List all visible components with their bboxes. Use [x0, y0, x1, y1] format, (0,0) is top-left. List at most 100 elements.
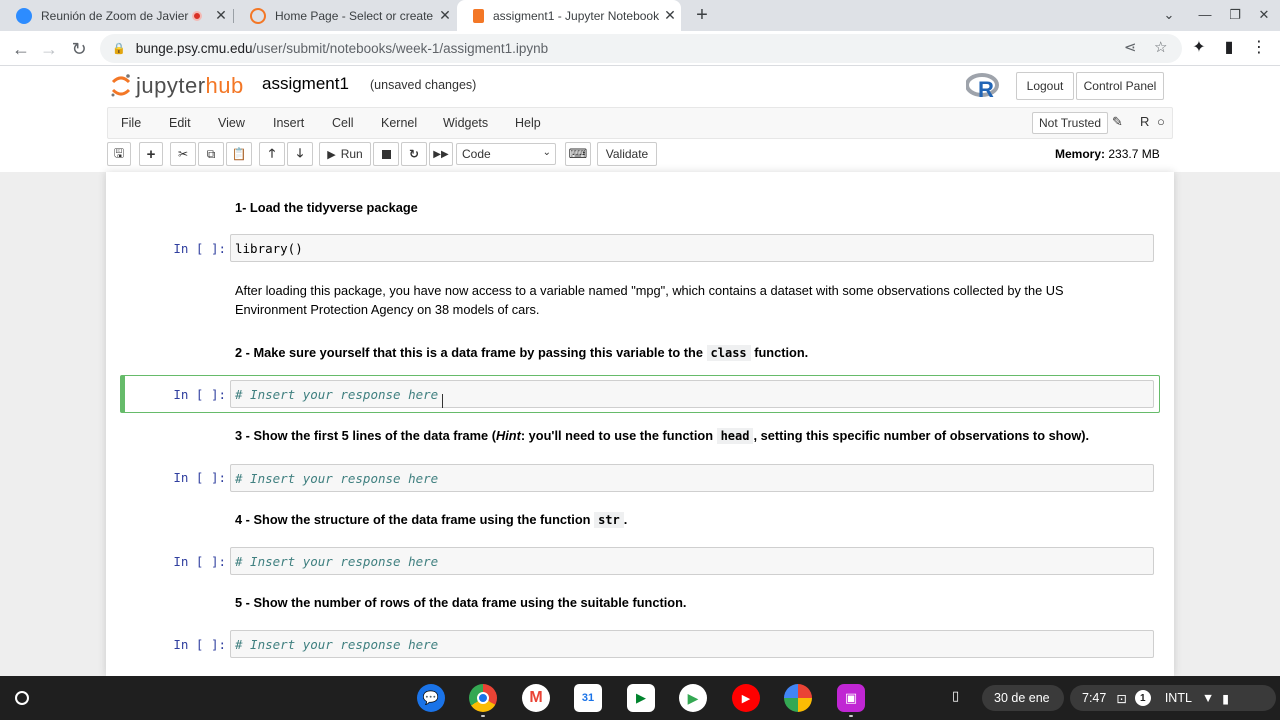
- markdown-text: : you'll need to use the function: [520, 428, 714, 443]
- interrupt-button[interactable]: [373, 142, 399, 166]
- menu-insert[interactable]: Insert: [273, 116, 304, 130]
- memory-value: 233.7 MB: [1108, 147, 1160, 161]
- tab-assigment1[interactable]: assigment1 - Jupyter Notebook ✕: [457, 0, 681, 31]
- meet-app-icon[interactable]: ▶: [627, 684, 655, 712]
- validate-button[interactable]: Validate: [597, 142, 657, 166]
- menu-help[interactable]: Help: [515, 116, 541, 130]
- markdown-cell[interactable]: 4 - Show the structure of the data frame…: [235, 510, 1145, 530]
- screencast-app-icon[interactable]: ▣: [837, 684, 865, 712]
- play-store-app-icon[interactable]: ▶: [679, 684, 707, 712]
- reload-icon[interactable]: ↻: [66, 36, 92, 62]
- url-path: /user/submit/notebooks/week-1/assigment1…: [252, 41, 549, 56]
- tab-title: Reunión de Zoom de Javier: [41, 8, 189, 23]
- chrome-app-icon[interactable]: [469, 684, 497, 712]
- close-window-icon[interactable]: ✕: [1252, 4, 1276, 26]
- menu-edit[interactable]: Edit: [169, 116, 191, 130]
- markdown-cell[interactable]: 3 - Show the first 5 lines of the data f…: [235, 426, 1165, 446]
- side-panel-icon[interactable]: ▮: [1218, 37, 1240, 59]
- move-down-button[interactable]: 🡓: [287, 142, 313, 166]
- os-taskbar: 💬 M 31 ▶ ▶ ▶ ▣ ▯ 30 de ene 7:47 ⊡ 1 INTL…: [0, 676, 1280, 720]
- logo-text: jupyterhub: [136, 73, 244, 98]
- lock-icon[interactable]: 🔒: [112, 42, 126, 55]
- markdown-cell[interactable]: After loading this package, you have now…: [235, 281, 1125, 319]
- menu-file[interactable]: File: [121, 116, 141, 130]
- markdown-cell[interactable]: 1- Load the tidyverse package: [235, 198, 1145, 217]
- restart-icon: ↻: [408, 147, 420, 161]
- messages-app-icon[interactable]: 💬: [417, 684, 445, 712]
- input-prompt: In [ ]:: [173, 387, 226, 402]
- command-palette-button[interactable]: ⌨: [565, 142, 591, 166]
- tab-home-page[interactable]: Home Page - Select or create a n ✕: [234, 0, 456, 31]
- phone-hub-icon[interactable]: ▯: [952, 688, 959, 704]
- minimize-icon[interactable]: —: [1193, 4, 1217, 26]
- tab-zoom-meeting[interactable]: Reunión de Zoom de Javier ✕: [0, 0, 232, 31]
- save-button[interactable]: 🖫: [107, 142, 131, 166]
- menu-widgets[interactable]: Widgets: [443, 116, 488, 130]
- tab-search-icon[interactable]: ⌄: [1157, 4, 1181, 26]
- stop-icon: [381, 149, 391, 159]
- share-icon[interactable]: ⋖: [1124, 38, 1137, 56]
- menu-view[interactable]: View: [218, 116, 245, 130]
- restore-icon[interactable]: ❐: [1223, 4, 1247, 26]
- memory-usage: Memory: 233.7 MB: [1055, 147, 1160, 161]
- browser-tab-bar: Reunión de Zoom de Javier ✕ Home Page - …: [0, 0, 1280, 31]
- insert-cell-button[interactable]: +: [139, 142, 163, 166]
- menu-kernel[interactable]: Kernel: [381, 116, 417, 130]
- extensions-icon[interactable]: ✦: [1188, 37, 1210, 59]
- close-icon[interactable]: ✕: [659, 7, 681, 24]
- kernel-name[interactable]: R: [1140, 114, 1149, 129]
- input-prompt: In [ ]:: [173, 637, 226, 652]
- forward-icon[interactable]: →: [36, 36, 62, 62]
- close-icon[interactable]: ✕: [434, 7, 456, 24]
- restart-button[interactable]: ↻: [401, 142, 427, 166]
- launcher-button[interactable]: [8, 684, 36, 712]
- notebook-name[interactable]: assigment1: [262, 74, 349, 94]
- bookmark-star-icon[interactable]: ☆: [1154, 38, 1167, 56]
- jupyter-icon: [250, 7, 266, 24]
- edit-mode-pencil-icon: ✎: [1112, 114, 1123, 129]
- restart-run-all-button[interactable]: ▶▶: [429, 142, 453, 166]
- markdown-cell[interactable]: 2 - Make sure yourself that this is a da…: [235, 343, 1145, 363]
- move-up-button[interactable]: 🡑: [259, 142, 285, 166]
- memory-label: Memory:: [1055, 147, 1106, 161]
- system-tray[interactable]: 7:47 ⊡ 1 INTL ▼ ▮: [1070, 685, 1276, 711]
- copy-button[interactable]: ⧉: [198, 142, 224, 166]
- cell-type-select[interactable]: Code ⌄: [456, 143, 556, 165]
- fast-forward-icon: ▶▶: [433, 148, 449, 160]
- play-icon: ▶: [327, 148, 336, 161]
- paste-button[interactable]: 📋: [226, 142, 252, 166]
- not-trusted-indicator[interactable]: Not Trusted: [1032, 112, 1109, 134]
- run-button[interactable]: ▶ Run: [319, 142, 371, 166]
- url-input[interactable]: 🔒 bunge.psy.cmu.edu/user/submit/notebook…: [100, 34, 1182, 63]
- battery-icon: ▮: [1222, 691, 1230, 706]
- screen-capture-icon: ⊡: [1116, 691, 1127, 706]
- gmail-app-icon[interactable]: M: [522, 684, 550, 712]
- photos-app-icon[interactable]: [784, 684, 812, 712]
- save-icon: 🖫: [113, 145, 125, 160]
- back-icon[interactable]: ←: [8, 36, 34, 62]
- code-cell-input-active[interactable]: # Insert your response here: [230, 380, 1154, 408]
- date-pill[interactable]: 30 de ene: [982, 685, 1064, 711]
- new-tab-button[interactable]: +: [690, 3, 714, 27]
- youtube-app-icon[interactable]: ▶: [732, 684, 760, 712]
- code-cell-input[interactable]: # Insert your response here: [230, 464, 1154, 492]
- code-cell-input[interactable]: # Insert your response here: [230, 547, 1154, 575]
- code-comment: # Insert your response here: [235, 637, 439, 652]
- cut-button[interactable]: ✂: [170, 142, 196, 166]
- jupyterhub-logo[interactable]: jupyterhub: [110, 72, 244, 100]
- arrow-up-icon: 🡑: [268, 145, 276, 160]
- logout-button[interactable]: Logout: [1016, 72, 1074, 100]
- code-cell-input[interactable]: library(): [230, 234, 1154, 262]
- copy-icon: ⧉: [206, 146, 216, 161]
- control-panel-button[interactable]: Control Panel: [1076, 72, 1164, 100]
- more-menu-icon[interactable]: ⋮: [1248, 37, 1270, 59]
- calendar-app-icon[interactable]: 31: [574, 684, 602, 712]
- code-cell-input[interactable]: # Insert your response here: [230, 630, 1154, 658]
- date-text: 30 de ene: [994, 691, 1050, 705]
- recording-icon: [192, 10, 202, 21]
- markdown-cell[interactable]: 5 - Show the number of rows of the data …: [235, 593, 1145, 612]
- launcher-circle-icon: [15, 691, 29, 705]
- menu-cell[interactable]: Cell: [332, 116, 354, 130]
- close-icon[interactable]: ✕: [210, 7, 232, 24]
- code-text: library(): [235, 241, 303, 256]
